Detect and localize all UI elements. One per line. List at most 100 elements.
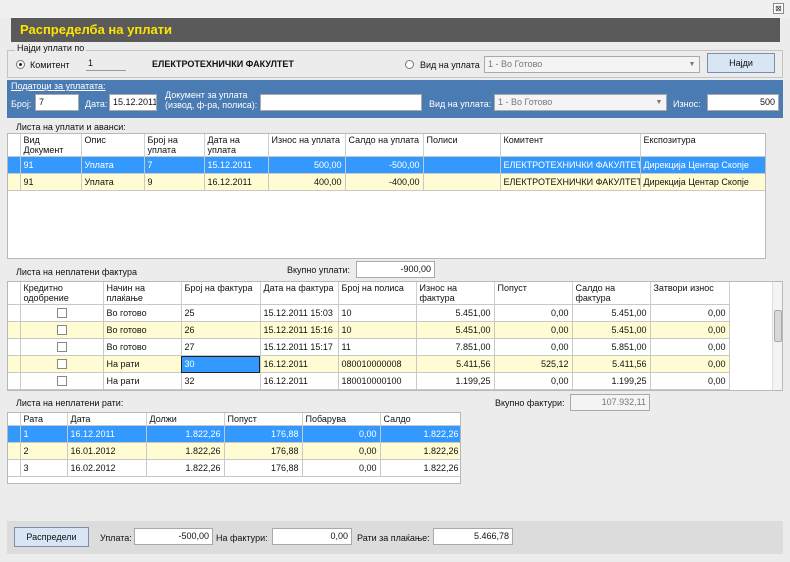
cell[interactable]: 25 [181, 304, 261, 322]
cell[interactable]: Во готово [103, 304, 182, 322]
cell[interactable]: 16.01.2012 [67, 442, 147, 460]
cell[interactable]: 0,00 [650, 321, 730, 339]
cell[interactable]: 0,00 [650, 338, 730, 356]
invoices-col-polisa[interactable]: Број на полиса [338, 282, 417, 305]
cell[interactable]: 176,88 [224, 459, 303, 477]
invoices-col-iznos[interactable]: Износ на фактура [416, 282, 495, 305]
table-row[interactable]: 3 16.02.2012 1.822,26 176,88 0,00 1.822,… [8, 459, 460, 477]
cell[interactable]: 400,00 [268, 173, 346, 191]
row-indicator[interactable] [8, 321, 21, 339]
row-indicator[interactable] [8, 355, 21, 373]
cell[interactable]: 32 [181, 372, 261, 390]
cell[interactable]: 5.851,00 [572, 338, 651, 356]
payment-vid-select[interactable]: 1 - Во Готово ▼ [494, 94, 667, 111]
cell-current[interactable]: 30 [181, 355, 261, 373]
find-button[interactable]: Најди [707, 53, 775, 73]
cell[interactable]: ЕЛЕКТРОТЕХНИЧКИ ФАКУЛТЕТ [500, 156, 641, 174]
cell[interactable]: 0,00 [302, 442, 381, 460]
cell[interactable]: 10 [338, 304, 417, 322]
cell[interactable]: 176,88 [224, 425, 303, 443]
table-row[interactable]: На рати 30 16.12.2011 080010000008 5.411… [8, 355, 730, 373]
payments-col-vid[interactable]: Вид Документ [20, 134, 82, 157]
cell[interactable]: 5.451,00 [572, 304, 651, 322]
cell[interactable]: -500,00 [345, 156, 424, 174]
cell[interactable]: Уплата [81, 156, 145, 174]
cell[interactable]: 0,00 [494, 321, 573, 339]
cell[interactable] [423, 156, 501, 174]
cell[interactable]: 7.851,00 [416, 338, 495, 356]
invoices-col-nacin[interactable]: Начин на плаќање [103, 282, 182, 305]
cell[interactable]: На рати [103, 372, 182, 390]
cell[interactable]: 0,00 [302, 459, 381, 477]
cell[interactable]: 26 [181, 321, 261, 339]
cell[interactable]: 1.199,25 [416, 372, 495, 390]
row-indicator[interactable] [8, 459, 21, 477]
invoices-col-zatvori[interactable]: Затвори износ [650, 282, 730, 305]
table-row[interactable]: Во готово 27 15.12.2011 15:17 11 7.851,0… [8, 338, 730, 356]
cell[interactable]: 5.451,00 [416, 304, 495, 322]
cell[interactable] [20, 321, 104, 339]
cell[interactable]: 2 [20, 442, 68, 460]
cell[interactable]: 16.12.2011 [67, 425, 147, 443]
dokument-input[interactable] [260, 94, 422, 111]
cell[interactable]: 3 [20, 459, 68, 477]
cell[interactable]: 1.822,26 [380, 442, 460, 460]
cell[interactable]: 0,00 [650, 304, 730, 322]
cell[interactable]: Уплата [81, 173, 145, 191]
invoices-col-kreditno[interactable]: Кредитно одобрение [20, 282, 104, 305]
cell[interactable]: 0,00 [494, 372, 573, 390]
table-row[interactable]: 2 16.01.2012 1.822,26 176,88 0,00 1.822,… [8, 442, 460, 460]
payments-col-opis[interactable]: Опис [81, 134, 145, 157]
broj-input[interactable]: 7 [35, 94, 79, 111]
distribute-button[interactable]: Распредели [14, 527, 89, 547]
invoices-col-saldo[interactable]: Салдо на фактура [572, 282, 651, 305]
vid-uplata-radio[interactable] [405, 60, 414, 69]
row-indicator[interactable] [8, 304, 21, 322]
cell[interactable]: 1.822,26 [380, 459, 460, 477]
cell[interactable]: 91 [20, 156, 82, 174]
cell[interactable] [20, 355, 104, 373]
cell[interactable]: -400,00 [345, 173, 424, 191]
cell[interactable]: 15.12.2011 [204, 156, 269, 174]
cell[interactable]: ЕЛЕКТРОТЕХНИЧКИ ФАКУЛТЕТ [500, 173, 641, 191]
iznos-input[interactable]: 500 [707, 94, 779, 111]
cell[interactable]: 1.199,25 [572, 372, 651, 390]
row-indicator[interactable] [8, 156, 21, 174]
kreditno-checkbox[interactable] [56, 376, 67, 387]
cell[interactable]: 15.12.2011 15:17 [260, 338, 339, 356]
kreditno-checkbox[interactable] [56, 342, 67, 353]
cell[interactable]: 0,00 [494, 338, 573, 356]
cell[interactable]: 5.411,56 [416, 355, 495, 373]
cell[interactable]: 5.451,00 [572, 321, 651, 339]
cell[interactable]: 0,00 [650, 355, 730, 373]
cell[interactable]: 525,12 [494, 355, 573, 373]
cell[interactable]: Во готово [103, 338, 182, 356]
installments-col-pobaruva[interactable]: Побарува [302, 413, 381, 426]
close-icon[interactable]: ⊠ [773, 3, 784, 14]
payments-col-saldo[interactable]: Салдо на уплата [345, 134, 424, 157]
table-row[interactable]: На рати 32 16.12.2011 180010000100 1.199… [8, 372, 730, 390]
scrollbar-thumb[interactable] [774, 310, 782, 342]
datum-input[interactable]: 15.12.2011 [109, 94, 157, 111]
cell[interactable] [20, 338, 104, 356]
cell[interactable] [423, 173, 501, 191]
cell[interactable]: Дирекција Центар Скопје [640, 156, 765, 174]
installments-col-datum[interactable]: Дата [67, 413, 147, 426]
kreditno-checkbox[interactable] [56, 308, 67, 319]
cell[interactable]: 9 [144, 173, 205, 191]
cell[interactable]: 0,00 [302, 425, 381, 443]
table-row[interactable]: Во готово 26 15.12.2011 15:16 10 5.451,0… [8, 321, 730, 339]
cell[interactable] [20, 372, 104, 390]
komitent-radio[interactable] [16, 60, 25, 69]
invoices-col-broj[interactable]: Број на фактура [181, 282, 261, 305]
cell[interactable]: 176,88 [224, 442, 303, 460]
cell[interactable]: 1.822,26 [146, 442, 225, 460]
cell[interactable]: 1.822,26 [380, 425, 460, 443]
cell[interactable]: 16.12.2011 [260, 355, 339, 373]
invoices-scrollbar[interactable] [772, 282, 782, 390]
payments-col-datum[interactable]: Дата на уплата [204, 134, 269, 157]
row-indicator[interactable] [8, 173, 21, 191]
cell[interactable]: 0,00 [494, 304, 573, 322]
table-row[interactable]: 91 Уплата 7 15.12.2011 500,00 -500,00 ЕЛ… [8, 156, 765, 174]
cell[interactable]: 16.12.2011 [260, 372, 339, 390]
